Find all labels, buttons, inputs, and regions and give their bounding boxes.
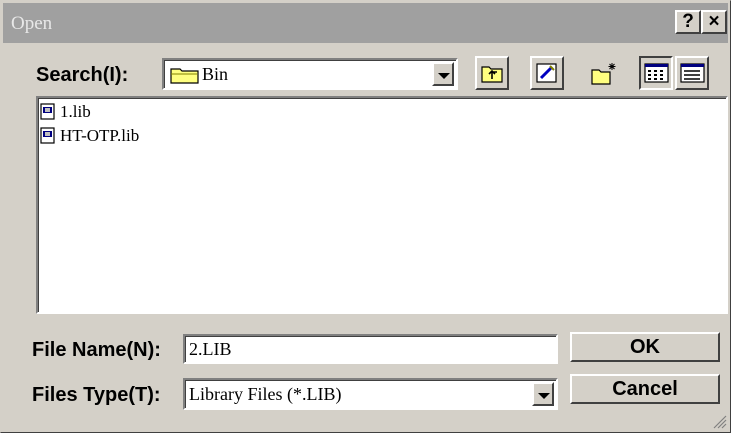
folder-icon bbox=[170, 65, 200, 90]
file-type-label: Files Type(T): bbox=[32, 384, 161, 406]
file-name-label: File Name(N): bbox=[32, 339, 161, 361]
help-button[interactable]: ? bbox=[675, 10, 701, 34]
file-name-value: 2.LIB bbox=[189, 339, 232, 359]
lib-file-icon bbox=[40, 127, 56, 150]
details-view-icon bbox=[680, 63, 705, 83]
up-folder-button[interactable] bbox=[475, 56, 509, 90]
search-label: Search(I): bbox=[36, 64, 129, 86]
desktop-button[interactable] bbox=[530, 56, 564, 90]
resize-grip-icon[interactable] bbox=[713, 415, 727, 429]
close-button[interactable]: × bbox=[701, 10, 727, 34]
window-title: Open bbox=[11, 13, 53, 34]
new-folder-button[interactable] bbox=[585, 56, 619, 90]
open-dialog: Open ? × Search(I): Bin 1.lib HT-OTP.lib… bbox=[0, 0, 731, 433]
lib-file-icon bbox=[40, 103, 56, 126]
file-name-input[interactable]: 2.LIB bbox=[183, 334, 558, 364]
new-folder-icon bbox=[591, 63, 616, 85]
file-type-value: Library Files (*.LIB) bbox=[189, 384, 342, 404]
title-bar[interactable]: Open ? × bbox=[3, 3, 728, 43]
file-type-dropdown-button[interactable] bbox=[532, 382, 554, 406]
list-view-icon bbox=[644, 63, 669, 83]
ok-button[interactable]: OK bbox=[570, 332, 720, 362]
file-list[interactable]: 1.lib HT-OTP.lib bbox=[36, 96, 728, 314]
desktop-icon bbox=[536, 63, 557, 83]
list-view-button[interactable] bbox=[639, 56, 673, 90]
search-folder-dropdown-button[interactable] bbox=[432, 62, 454, 86]
file-name: HT-OTP.lib bbox=[60, 126, 140, 145]
file-name: 1.lib bbox=[60, 102, 91, 121]
cancel-button[interactable]: Cancel bbox=[570, 374, 720, 404]
details-view-button[interactable] bbox=[675, 56, 709, 90]
file-type-combo[interactable]: Library Files (*.LIB) bbox=[183, 378, 558, 410]
search-folder-value: Bin bbox=[202, 64, 229, 84]
search-folder-combo[interactable]: Bin bbox=[162, 58, 458, 90]
up-folder-icon bbox=[481, 66, 503, 83]
